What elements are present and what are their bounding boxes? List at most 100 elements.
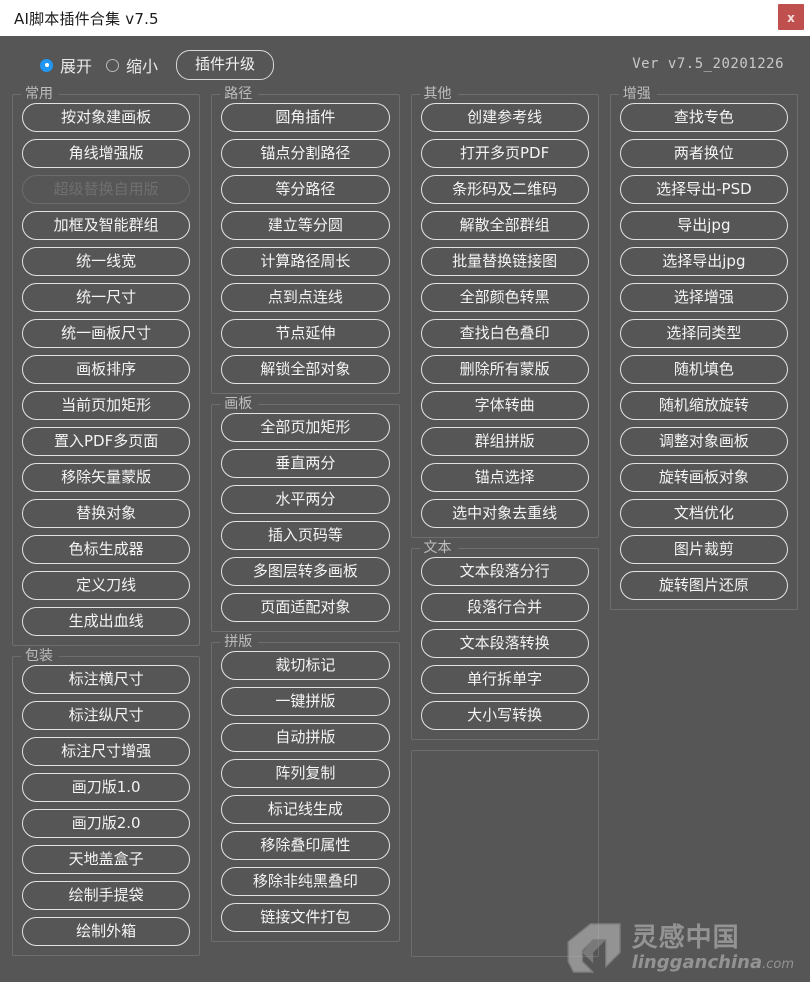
action-button[interactable]: 选中对象去重线	[420, 499, 589, 528]
action-button[interactable]: 文本段落转换	[420, 629, 589, 658]
action-button[interactable]: 选择导出jpg	[619, 247, 788, 276]
action-button[interactable]: 单行拆单字	[420, 665, 589, 694]
action-button[interactable]: 选择导出-PSD	[619, 175, 788, 204]
action-button[interactable]: 水平两分	[221, 485, 390, 514]
radio-unselected-icon	[106, 58, 120, 72]
version-text: Ver v7.5_20201226	[632, 56, 784, 72]
action-button[interactable]: 链接文件打包	[221, 903, 390, 932]
group-body: 文本段落分行 段落行合并文本段落转换 单行拆单字大小写转换	[420, 557, 589, 730]
action-button[interactable]: 画刀版2.0	[22, 809, 191, 838]
action-button[interactable]: 群组拼版	[420, 427, 589, 456]
action-button[interactable]: 解锁全部对象	[221, 355, 390, 384]
action-button[interactable]: 圆角插件	[221, 103, 390, 132]
action-button[interactable]: 自动拼版	[221, 723, 390, 752]
action-button[interactable]: 图片裁剪	[619, 535, 788, 564]
action-button[interactable]: 选择同类型	[619, 319, 788, 348]
group-title: 文本	[419, 539, 458, 557]
action-button[interactable]: 打开多页PDF	[420, 139, 589, 168]
action-button[interactable]: 阵列复制	[221, 759, 390, 788]
action-button[interactable]: 两者换位	[619, 139, 788, 168]
group-body: 全部页加矩形 垂直两分水平两分插入页码等多图层转多画板 页面适配对象	[221, 413, 390, 622]
action-button[interactable]: 页面适配对象	[221, 593, 390, 622]
action-button[interactable]: 标注纵尺寸	[22, 701, 191, 730]
action-button[interactable]: 当前页加矩形	[22, 391, 191, 420]
group-title: 拼版	[220, 633, 259, 651]
window-title: AI脚本插件合集 v7.5	[14, 9, 159, 28]
action-button[interactable]: 导出jpg	[619, 211, 788, 240]
action-button[interactable]: 条形码及二维码	[420, 175, 589, 204]
action-button[interactable]: 随机缩放旋转	[619, 391, 788, 420]
action-button[interactable]: 锚点分割路径	[221, 139, 390, 168]
action-button[interactable]: 删除所有蒙版	[420, 355, 589, 384]
group-body	[421, 761, 589, 947]
plugin-panel-window: AI脚本插件合集 v7.5 x 展开 缩小 插件升级 Ver v7.5_2020…	[0, 0, 810, 982]
action-button[interactable]: 绘制外箱	[22, 917, 191, 946]
radio-option-expand-label: 展开	[60, 57, 93, 76]
action-button[interactable]: 插入页码等	[221, 521, 390, 550]
action-button[interactable]: 统一画板尺寸	[22, 319, 191, 348]
action-button[interactable]: 标记线生成	[221, 795, 390, 824]
action-button[interactable]: 旋转图片还原	[619, 571, 788, 600]
action-button[interactable]: 解散全部群组	[420, 211, 589, 240]
action-button[interactable]: 全部颜色转黑	[420, 283, 589, 312]
action-button[interactable]: 字体转曲	[420, 391, 589, 420]
action-button[interactable]: 角线增强版	[22, 139, 191, 168]
group-画板: 画板 全部页加矩形 垂直两分 水平两分 插入页码等 多图层转多画板 页面适配对象	[211, 395, 400, 632]
action-button[interactable]: 查找专色	[619, 103, 788, 132]
action-button[interactable]: 创建参考线	[420, 103, 589, 132]
action-button[interactable]: 计算路径周长	[221, 247, 390, 276]
action-button[interactable]: 定义刀线	[22, 571, 191, 600]
action-button[interactable]: 色标生成器	[22, 535, 191, 564]
action-button[interactable]: 绘制手提袋	[22, 881, 191, 910]
group-body: 按对象建画板 角线增强版超级替换自用版 加框及智能群组 统一线宽统一尺寸统一画板尺寸画…	[22, 103, 191, 636]
action-button[interactable]: 移除非纯黑叠印	[221, 867, 390, 896]
action-button[interactable]: 天地盖盒子	[22, 845, 191, 874]
action-button[interactable]: 大小写转换	[420, 701, 589, 730]
action-button[interactable]: 文本段落分行	[420, 557, 589, 586]
action-button[interactable]: 统一尺寸	[22, 283, 191, 312]
action-button[interactable]: 替换对象	[22, 499, 191, 528]
action-button[interactable]: 垂直两分	[221, 449, 390, 478]
action-button[interactable]: 全部页加矩形	[221, 413, 390, 442]
plugin-upgrade-button[interactable]: 插件升级	[176, 50, 275, 80]
action-button[interactable]: 移除矢量蒙版	[22, 463, 191, 492]
action-button[interactable]: 等分路径	[221, 175, 390, 204]
action-button[interactable]: 一键拼版	[221, 687, 390, 716]
action-button[interactable]: 画刀版1.0	[22, 773, 191, 802]
action-button[interactable]: 生成出血线	[22, 607, 191, 636]
group-文本: 文本 文本段落分行 段落行合并文本段落转换 单行拆单字大小写转换	[410, 539, 599, 740]
action-button[interactable]: 旋转画板对象	[619, 463, 788, 492]
action-button[interactable]: 移除叠印属性	[221, 831, 390, 860]
action-button[interactable]: 批量替换链接图	[420, 247, 589, 276]
action-button[interactable]: 按对象建画板	[22, 103, 191, 132]
action-button[interactable]: 加框及智能群组	[22, 211, 191, 240]
action-button[interactable]: 标注横尺寸	[22, 665, 191, 694]
action-button[interactable]: 点到点连线	[221, 283, 390, 312]
action-button[interactable]: 标注尺寸增强	[22, 737, 191, 766]
action-button[interactable]: 裁切标记	[221, 651, 390, 680]
action-button[interactable]: 段落行合并	[420, 593, 589, 622]
column-2: 路径 圆角插件 锚点分割路径 等分路径 建立等分圆 计算路径周长 点到点连线 节点延伸 解锁全部…	[207, 85, 403, 952]
action-button: 超级替换自用版	[22, 175, 191, 204]
action-button[interactable]: 选择增强	[619, 283, 788, 312]
action-button[interactable]: 文档优化	[619, 499, 788, 528]
group-其他: 其他 创建参考线 打开多页PDF 条形码及二维码 解散全部群组 批量替换链接图 全部颜色转黑…	[410, 85, 599, 538]
action-button[interactable]: 统一线宽	[22, 247, 191, 276]
button-columns: 常用 按对象建画板 角线增强版 超级替换自用版 加框及智能群组 统一线宽 统一尺寸 统一画板尺…	[0, 85, 810, 982]
radio-option-expand[interactable]: 展开	[40, 53, 92, 77]
window-titlebar: AI脚本插件合集 v7.5 x	[0, 0, 810, 36]
action-button[interactable]: 置入PDF多页面	[22, 427, 191, 456]
group-增强: 增强 查找专色 两者换位 选择导出-PSD 导出jpg 选择导出jpg 选择增强 选择同类型随…	[609, 85, 798, 610]
action-button[interactable]: 建立等分圆	[221, 211, 390, 240]
close-button[interactable]: x	[778, 4, 804, 30]
action-button[interactable]: 节点延伸	[221, 319, 390, 348]
action-button[interactable]: 锚点选择	[420, 463, 589, 492]
action-button[interactable]: 调整对象画板	[619, 427, 788, 456]
group-body: 裁切标记一键拼版自动拼版阵列复制标记线生成移除叠印属性 移除非纯黑叠印 链接文件打包	[221, 651, 390, 932]
action-button[interactable]: 随机填色	[619, 355, 788, 384]
action-button[interactable]: 画板排序	[22, 355, 191, 384]
group-untitled	[410, 750, 599, 957]
radio-option-shrink[interactable]: 缩小	[106, 53, 158, 77]
action-button[interactable]: 查找白色叠印	[420, 319, 589, 348]
action-button[interactable]: 多图层转多画板	[221, 557, 390, 586]
